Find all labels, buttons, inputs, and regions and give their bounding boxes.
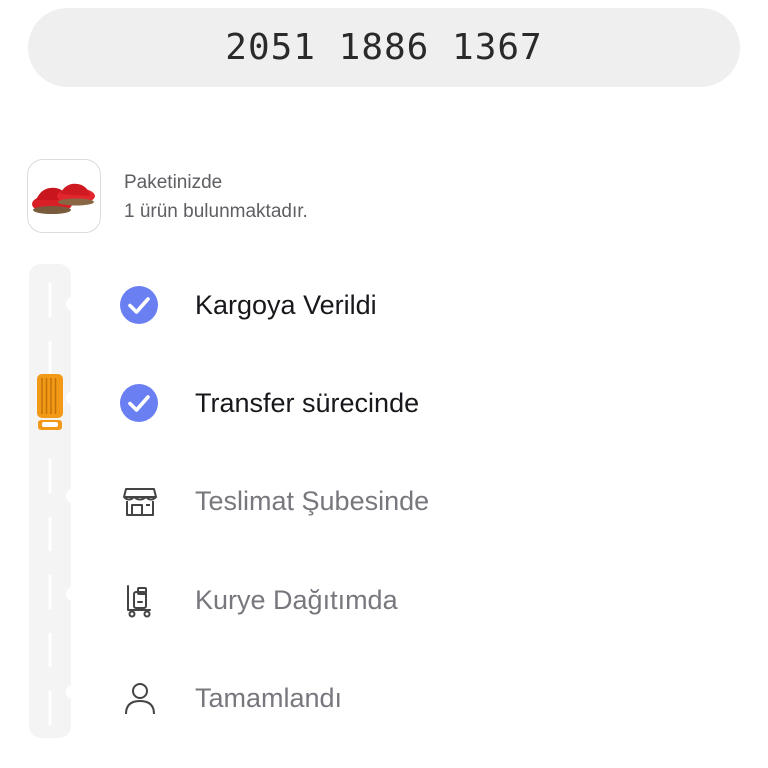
check-circle-icon: [120, 283, 166, 327]
package-info: Paketinizde 1 ürün bulunmaktadır.: [124, 168, 308, 226]
step-tamamlandi: Tamamlandı: [120, 676, 342, 720]
step-transfer-surecinde: Transfer sürecinde: [120, 381, 419, 425]
step-teslimat-subesinde: Teslimat Şubesinde: [120, 479, 429, 523]
step-label: Teslimat Şubesinde: [195, 485, 430, 516]
step-label: Tamamlandı: [195, 682, 343, 713]
road-track: [29, 264, 71, 738]
tracking-number-bar[interactable]: 2051 1886 1367: [28, 8, 740, 87]
truck-icon: [37, 374, 63, 430]
step-kurye-dagitimda: Kurye Dağıtımda: [120, 578, 398, 622]
package-title: Paketinizde: [124, 172, 223, 193]
person-icon: [120, 676, 166, 720]
courier-cart-icon: [120, 578, 166, 622]
step-label: Kurye Dağıtımda: [195, 584, 398, 615]
check-circle-icon: [120, 381, 166, 425]
tracking-number: 2051 1886 1367: [225, 27, 543, 68]
package-item-count: 1 ürün bulunmaktadır.: [124, 201, 308, 222]
step-label: Kargoya Verildi: [195, 289, 377, 320]
product-thumbnail[interactable]: [27, 159, 101, 233]
store-icon: [120, 479, 166, 523]
step-label: Transfer sürecinde: [195, 387, 420, 418]
step-kargoya-verildi: Kargoya Verildi: [120, 283, 377, 327]
red-slipper-product-image: [32, 183, 95, 214]
